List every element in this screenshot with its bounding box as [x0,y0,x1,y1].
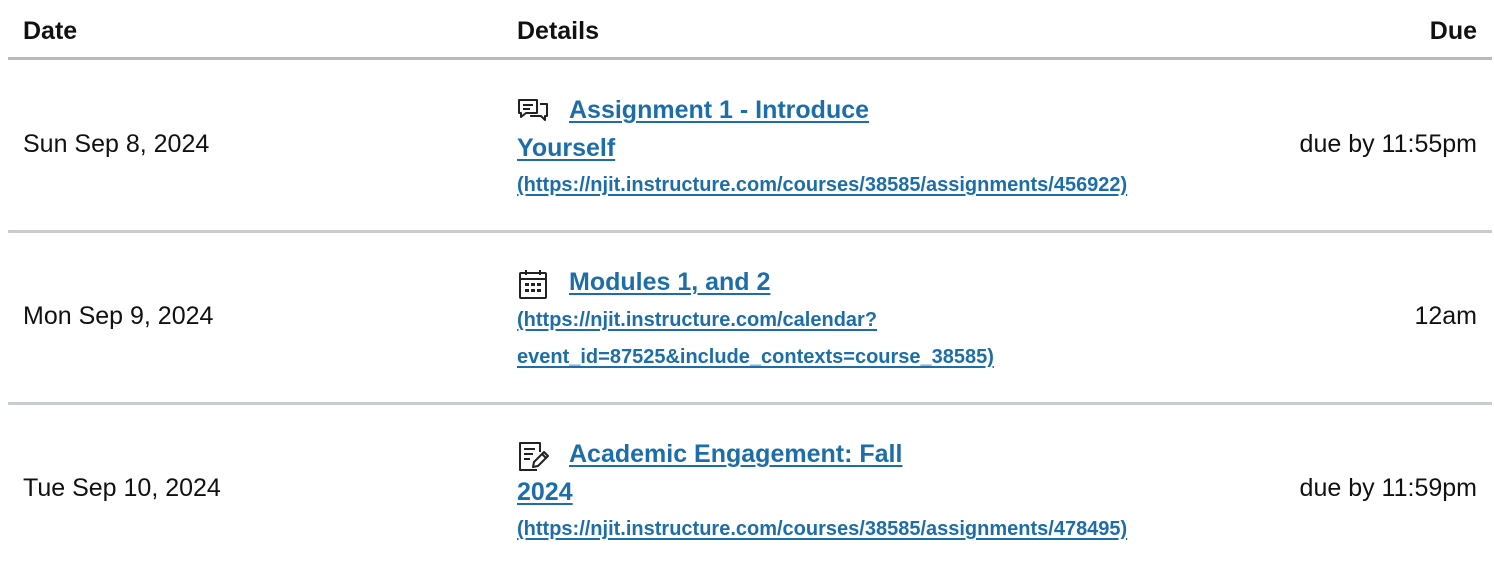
row-due: due by 11:55pm [1299,130,1477,158]
assignment-1-link[interactable]: Assignment 1 - Introduce [569,92,869,129]
header-details: Details [517,17,599,45]
table-row: Tue Sep 10, 2024 Academic Engagement: Fa… [8,404,1492,574]
row-details: Modules 1, and 2 (https://njit.instructu… [517,264,1307,376]
assignment-1-url[interactable]: (https://njit.instructure.com/courses/38… [517,167,1307,204]
header-due: Due [1429,17,1477,45]
quiz-icon [517,440,549,472]
academic-engagement-url[interactable]: (https://njit.instructure.com/courses/38… [517,511,1307,548]
row-details: Academic Engagement: Fall 2024 (https://… [517,436,1307,548]
discussion-icon [517,96,549,128]
table-header: Date Details Due [8,0,1492,60]
academic-engagement-link-cont[interactable]: 2024 [517,474,1307,511]
calendar-icon [517,268,549,300]
row-due: due by 11:59pm [1299,474,1477,502]
row-date: Mon Sep 9, 2024 [23,302,214,330]
modules-event-url[interactable]: (https://njit.instructure.com/calendar? [517,302,1307,339]
modules-event-url-cont[interactable]: event_id=87525&include_contexts=course_3… [517,339,1307,376]
syllabus-table: Date Details Due Sun Sep 8, 2024 Assignm… [0,0,1494,565]
row-date: Tue Sep 10, 2024 [23,474,221,502]
table-row: Sun Sep 8, 2024 Assignment 1 - Introduce… [8,60,1492,233]
row-due: 12am [1414,302,1477,330]
modules-event-link[interactable]: Modules 1, and 2 [569,264,770,301]
table-row: Mon Sep 9, 2024 Modules 1, and 2 (https:… [8,232,1492,405]
academic-engagement-link[interactable]: Academic Engagement: Fall [569,436,902,473]
assignment-1-link-cont[interactable]: Yourself [517,130,1307,167]
row-date: Sun Sep 8, 2024 [23,130,210,158]
header-date: Date [23,17,78,45]
row-details: Assignment 1 - Introduce Yourself (https… [517,92,1307,204]
